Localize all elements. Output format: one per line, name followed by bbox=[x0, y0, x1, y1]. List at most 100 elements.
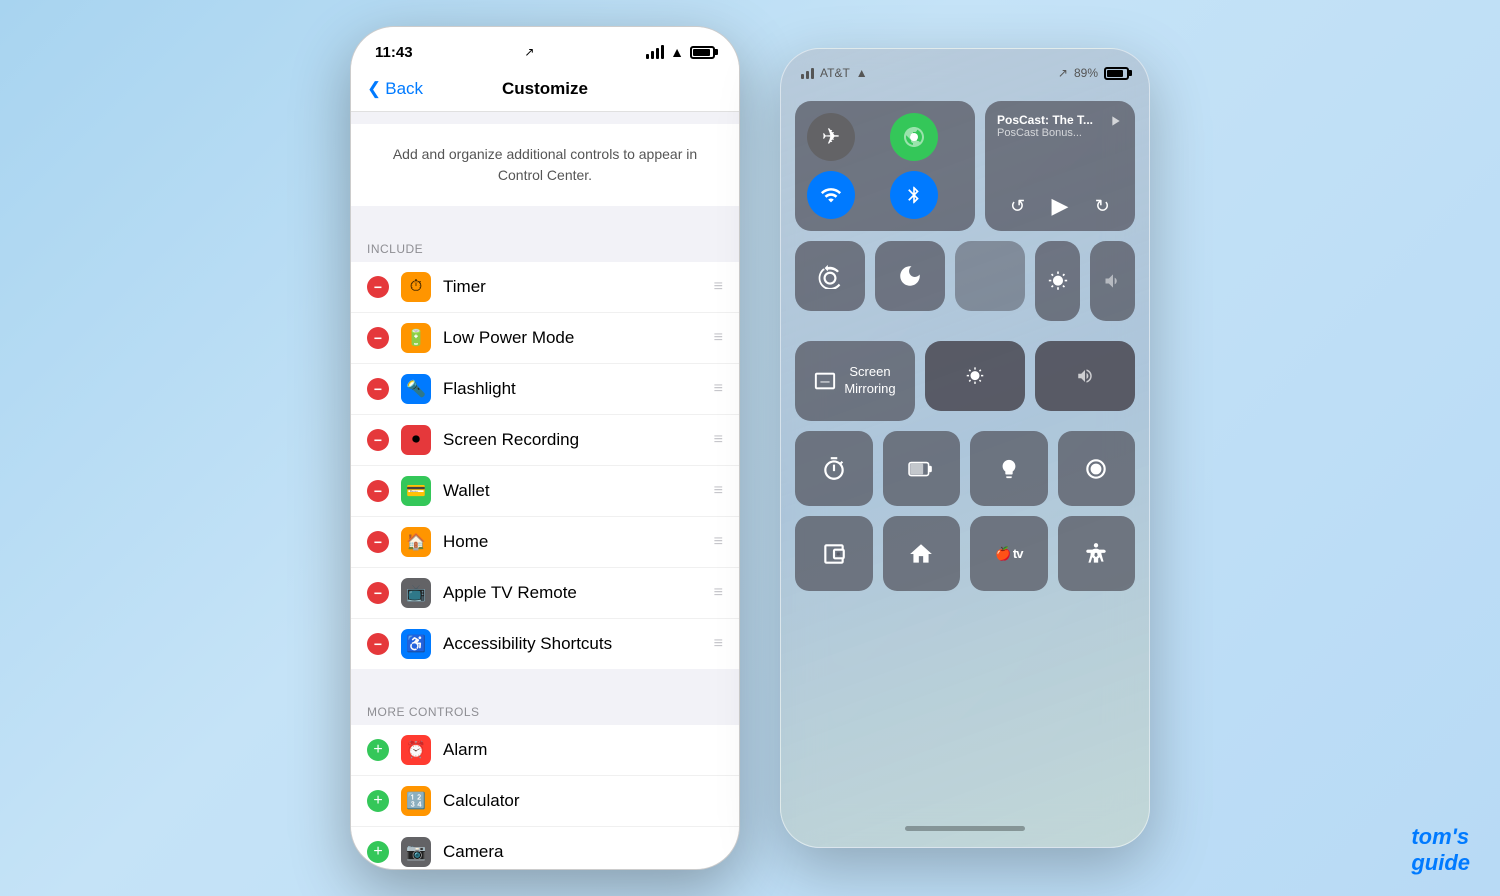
low-power-button-cc[interactable] bbox=[883, 431, 961, 506]
remove-screen-recording-button[interactable]: − bbox=[367, 429, 389, 451]
list-item[interactable]: + 📷 Camera bbox=[351, 827, 739, 869]
scroll-content[interactable]: Add and organize additional controls to … bbox=[351, 112, 739, 869]
brightness-bar[interactable] bbox=[925, 341, 1025, 411]
location-icon: ↗ bbox=[524, 45, 534, 59]
wallet-label: Wallet bbox=[443, 481, 702, 501]
drag-handle[interactable]: ≡ bbox=[714, 278, 723, 296]
accessibility-button-cc[interactable] bbox=[1058, 516, 1136, 591]
add-camera-button[interactable]: + bbox=[367, 841, 389, 863]
drag-handle[interactable]: ≡ bbox=[714, 329, 723, 347]
remove-wallet-button[interactable]: − bbox=[367, 480, 389, 502]
cc-screen-row: ScreenMirroring bbox=[795, 341, 1135, 421]
screen-recording-icon: ⏺ bbox=[401, 425, 431, 455]
list-item[interactable]: + ⏰ Alarm bbox=[351, 725, 739, 776]
wallet-button-cc[interactable] bbox=[795, 516, 873, 591]
carrier-label: AT&T bbox=[820, 66, 850, 80]
list-item[interactable]: − 💳 Wallet ≡ bbox=[351, 466, 739, 517]
battery-fill-cc bbox=[1107, 70, 1123, 77]
signal-bars bbox=[646, 45, 664, 59]
right-phone: AT&T ▲ ↗ 89% ✈ bbox=[780, 48, 1150, 848]
left-phone: 11:43 ↗ ▲ ❮ Back Customize bbox=[350, 26, 740, 870]
screen-mirroring-button[interactable]: ScreenMirroring bbox=[795, 341, 915, 421]
screen-recording-button-cc[interactable] bbox=[1058, 431, 1136, 506]
drag-handle[interactable]: ≡ bbox=[714, 533, 723, 551]
airplane-mode-button[interactable]: ✈ bbox=[807, 113, 855, 161]
timer-label: Timer bbox=[443, 277, 702, 297]
back-button[interactable]: ❮ Back bbox=[367, 79, 423, 99]
add-alarm-button[interactable]: + bbox=[367, 739, 389, 761]
camera-label: Camera bbox=[443, 842, 723, 862]
cc-middle-row bbox=[795, 241, 1135, 331]
camera-icon: 📷 bbox=[401, 837, 431, 867]
do-not-disturb-button[interactable] bbox=[875, 241, 945, 311]
drag-handle[interactable]: ≡ bbox=[714, 431, 723, 449]
rewind-button[interactable]: ↺ bbox=[1010, 196, 1025, 217]
flashlight-label: Flashlight bbox=[443, 379, 702, 399]
flashlight-icon: 🔦 bbox=[401, 374, 431, 404]
description-area: Add and organize additional controls to … bbox=[351, 124, 739, 206]
now-playing-panel[interactable]: PosCast: The T... PosCast Bonus... ↺ ▶ ↻ bbox=[985, 101, 1135, 231]
bluetooth-toggle-button[interactable] bbox=[890, 171, 938, 219]
flashlight-button-cc[interactable] bbox=[970, 431, 1048, 506]
wifi-icon: ▲ bbox=[670, 44, 684, 60]
remove-flashlight-button[interactable]: − bbox=[367, 378, 389, 400]
play-button[interactable]: ▶ bbox=[1052, 193, 1069, 219]
volume-bar[interactable] bbox=[1035, 341, 1135, 411]
remove-accessibility-button[interactable]: − bbox=[367, 633, 389, 655]
fast-forward-button[interactable]: ↻ bbox=[1095, 196, 1110, 217]
drag-handle[interactable]: ≡ bbox=[714, 584, 723, 602]
remove-home-button[interactable]: − bbox=[367, 531, 389, 553]
list-item[interactable]: − 🔋 Low Power Mode ≡ bbox=[351, 313, 739, 364]
np-controls: ↺ ▶ ↻ bbox=[997, 193, 1123, 219]
apple-tv-button-cc[interactable]: 🍎 tv bbox=[970, 516, 1048, 591]
list-item[interactable]: − ♿ Accessibility Shortcuts ≡ bbox=[351, 619, 739, 669]
extra-button[interactable] bbox=[955, 241, 1025, 311]
accessibility-label: Accessibility Shortcuts bbox=[443, 634, 702, 654]
list-item[interactable]: − 🔦 Flashlight ≡ bbox=[351, 364, 739, 415]
list-item[interactable]: − ⏺ Screen Recording ≡ bbox=[351, 415, 739, 466]
drag-handle[interactable]: ≡ bbox=[714, 482, 723, 500]
battery-fill bbox=[693, 49, 710, 56]
status-icons-right: ▲ bbox=[646, 44, 715, 60]
home-button-cc[interactable] bbox=[883, 516, 961, 591]
connectivity-panel[interactable]: ✈ bbox=[795, 101, 975, 231]
home-indicator bbox=[781, 813, 1149, 843]
drag-handle[interactable]: ≡ bbox=[714, 380, 723, 398]
nav-bar: ❮ Back Customize bbox=[351, 71, 739, 112]
list-item[interactable]: − 🏠 Home ≡ bbox=[351, 517, 739, 568]
remove-low-power-button[interactable]: − bbox=[367, 327, 389, 349]
more-controls-section-header: MORE CONTROLS bbox=[351, 697, 739, 725]
watermark: tom's guide bbox=[1411, 824, 1470, 876]
status-bar-left: 11:43 ↗ ▲ bbox=[351, 27, 739, 71]
alarm-label: Alarm bbox=[443, 740, 723, 760]
remove-apple-tv-button[interactable]: − bbox=[367, 582, 389, 604]
wifi-toggle-button[interactable] bbox=[807, 171, 855, 219]
back-label: Back bbox=[385, 79, 423, 99]
list-item[interactable]: − 📺 Apple TV Remote ≡ bbox=[351, 568, 739, 619]
list-item[interactable]: + 🔢 Calculator bbox=[351, 776, 739, 827]
battery-percent-cc: 89% bbox=[1074, 66, 1098, 80]
timer-icon: ⏱ bbox=[401, 272, 431, 302]
screen-mirroring-label: ScreenMirroring bbox=[844, 364, 895, 398]
chevron-left-icon: ❮ bbox=[367, 79, 381, 99]
now-playing-info: PosCast: The T... PosCast Bonus... bbox=[997, 113, 1123, 139]
signal-bar-1 bbox=[646, 54, 649, 59]
rotation-lock-button[interactable] bbox=[795, 241, 865, 311]
brightness-slider[interactable] bbox=[1035, 241, 1080, 321]
alarm-icon: ⏰ bbox=[401, 735, 431, 765]
cc-status-right: ↗ 89% bbox=[1058, 66, 1129, 80]
now-playing-subtitle: PosCast Bonus... bbox=[997, 127, 1123, 139]
list-item[interactable]: − ⏱ Timer ≡ bbox=[351, 262, 739, 313]
volume-slider[interactable] bbox=[1090, 241, 1135, 321]
mobile-data-button[interactable] bbox=[890, 113, 938, 161]
drag-handle[interactable]: ≡ bbox=[714, 635, 723, 653]
signal-bar-3 bbox=[656, 48, 659, 59]
signal-bar-2 bbox=[806, 71, 809, 79]
home-label: Home bbox=[443, 532, 702, 552]
remove-timer-button[interactable]: − bbox=[367, 276, 389, 298]
battery-icon bbox=[690, 46, 715, 59]
cc-content: ✈ bbox=[781, 93, 1149, 813]
timer-button-cc[interactable] bbox=[795, 431, 873, 506]
status-time: 11:43 bbox=[375, 44, 413, 61]
add-calculator-button[interactable]: + bbox=[367, 790, 389, 812]
